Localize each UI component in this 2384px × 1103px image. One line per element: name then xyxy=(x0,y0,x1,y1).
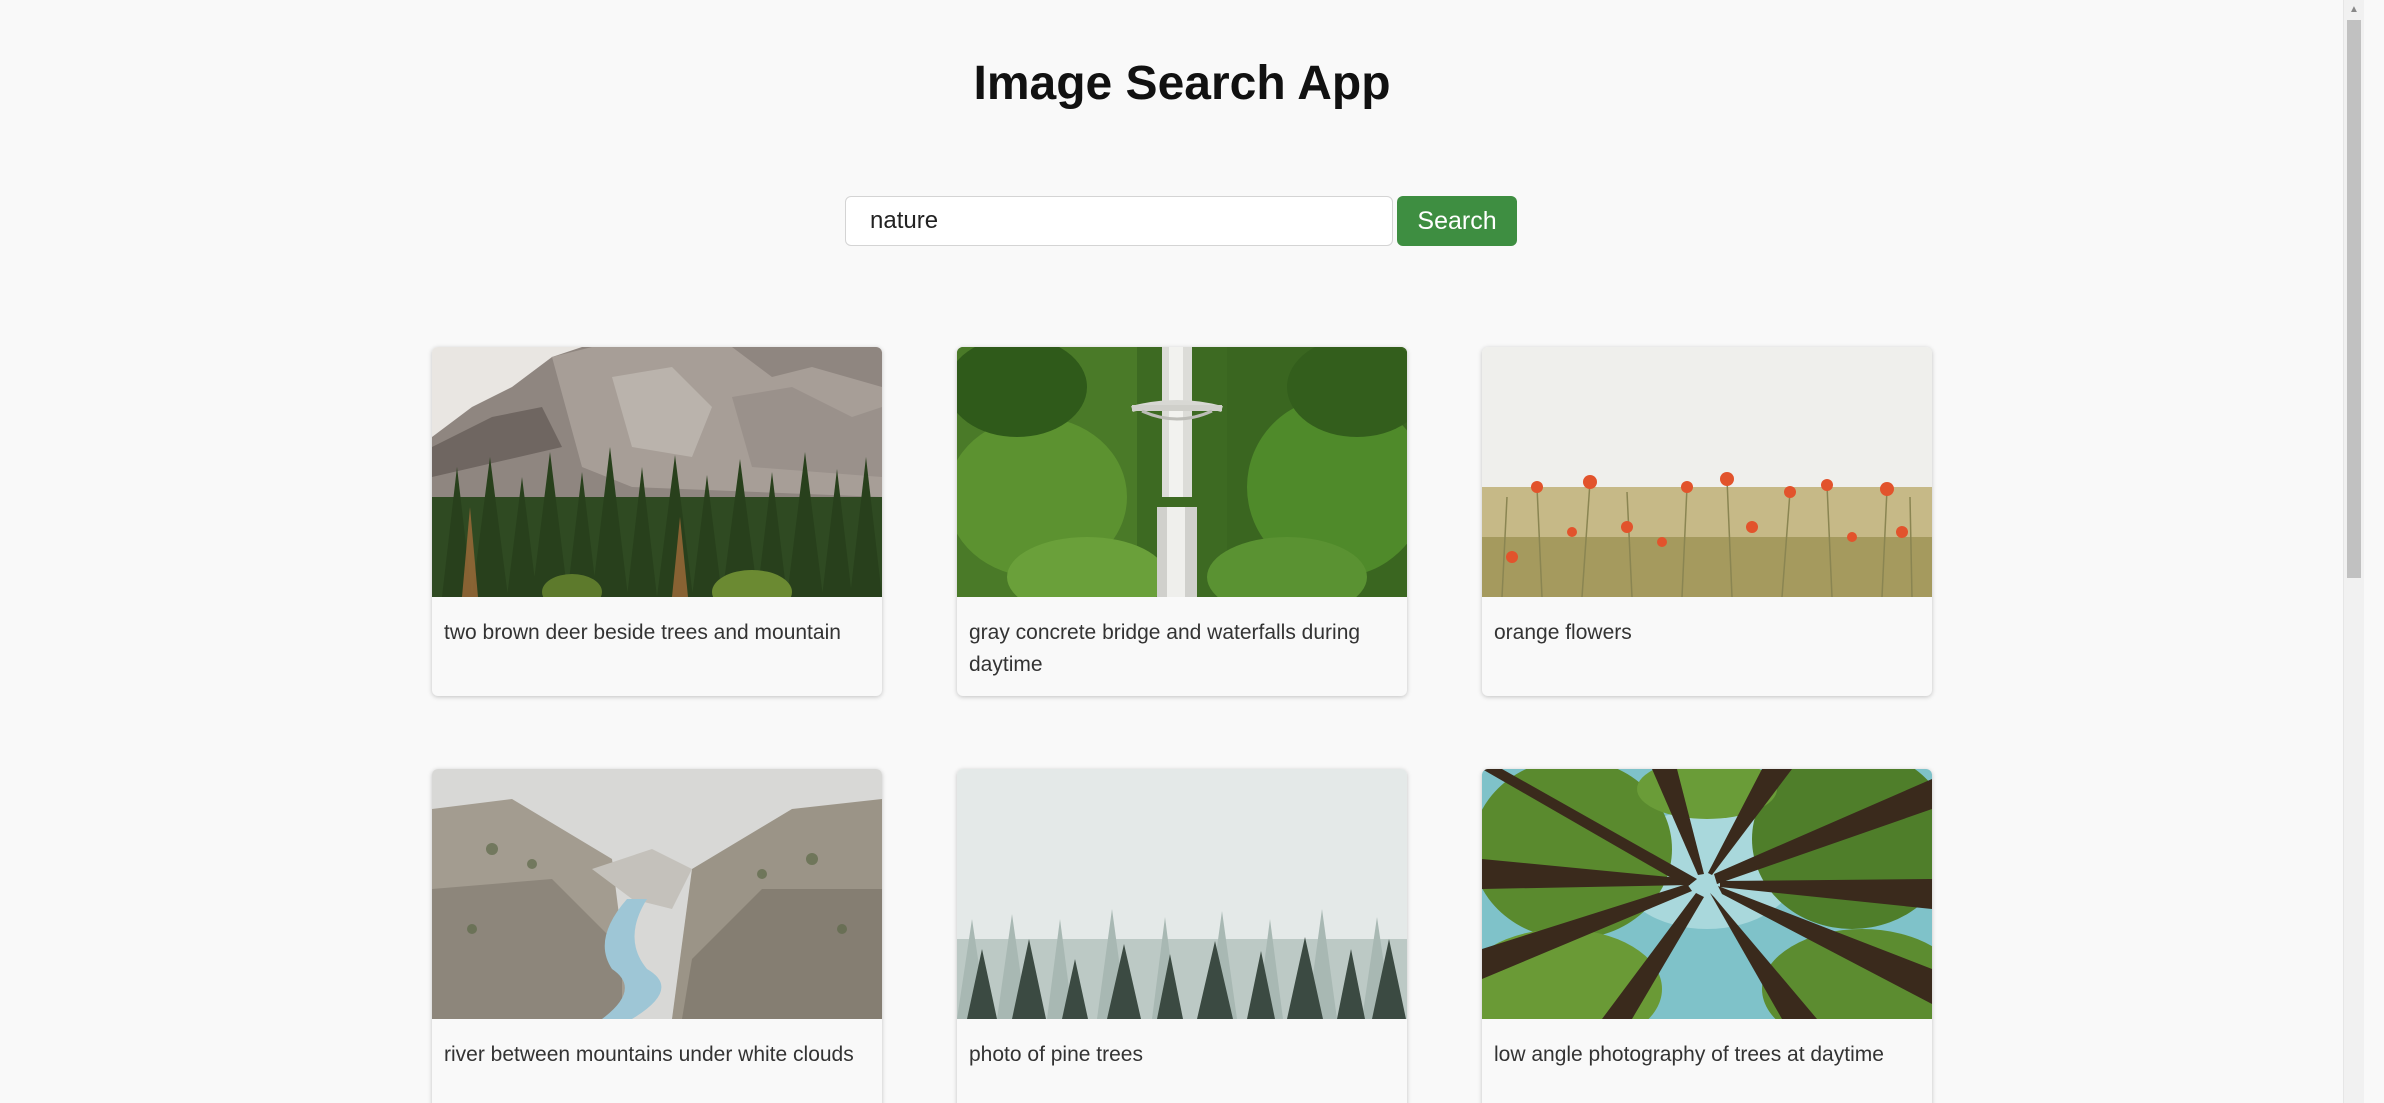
poppy-field-image[interactable] xyxy=(1482,347,1932,597)
scroll-up-arrow-icon[interactable]: ▲ xyxy=(2344,2,2364,18)
search-input[interactable] xyxy=(845,196,1393,246)
image-card[interactable]: low angle photography of trees at daytim… xyxy=(1482,769,1932,1103)
image-card[interactable]: two brown deer beside trees and mountain xyxy=(432,347,882,696)
image-card[interactable]: photo of pine trees xyxy=(957,769,1407,1103)
page-title: Image Search App xyxy=(973,57,1391,110)
image-caption: low angle photography of trees at daytim… xyxy=(1494,1043,1884,1066)
image-card[interactable]: river between mountains under white clou… xyxy=(432,769,882,1103)
image-caption: river between mountains under white clou… xyxy=(444,1043,854,1066)
image-card[interactable]: gray concrete bridge and waterfalls duri… xyxy=(957,347,1407,696)
foggy-pine-forest-image[interactable] xyxy=(957,769,1407,1019)
page: Image Search App Search xyxy=(0,0,2364,1103)
mountain-forest-image[interactable] xyxy=(432,347,882,597)
tree-canopy-image[interactable] xyxy=(1482,769,1932,1019)
image-caption: two brown deer beside trees and mountain xyxy=(444,621,841,644)
search-bar: Search xyxy=(845,196,1517,246)
results-grid: two brown deer beside trees and mountain xyxy=(432,347,1932,1103)
image-caption: photo of pine trees xyxy=(969,1043,1143,1066)
waterfall-bridge-image[interactable] xyxy=(957,347,1407,597)
canyon-river-image[interactable] xyxy=(432,769,882,1019)
scroll-thumb[interactable] xyxy=(2347,20,2361,578)
image-caption: orange flowers xyxy=(1494,621,1632,644)
image-card[interactable]: orange flowers xyxy=(1482,347,1932,696)
search-button[interactable]: Search xyxy=(1397,196,1517,246)
vertical-scrollbar[interactable]: ▲ xyxy=(2343,0,2364,1103)
image-caption: gray concrete bridge and waterfalls duri… xyxy=(969,621,1361,676)
